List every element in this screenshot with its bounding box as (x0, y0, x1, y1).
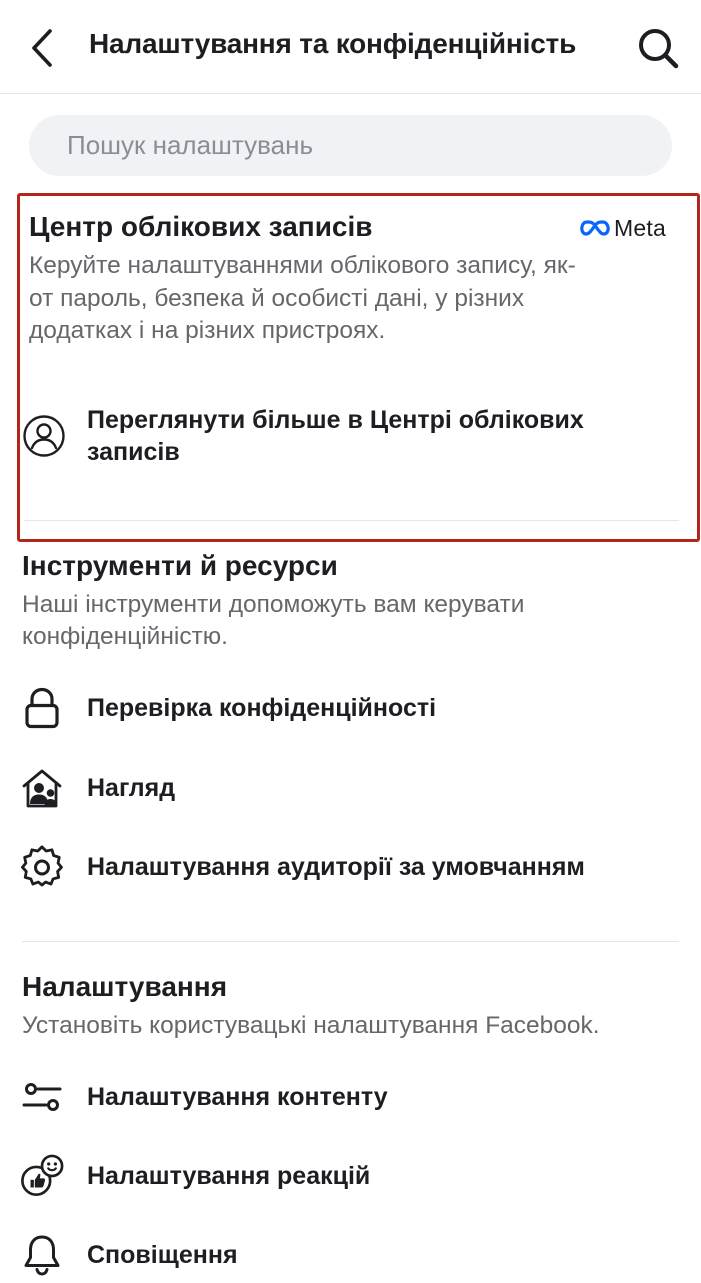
sliders-icon (20, 1075, 64, 1119)
chevron-left-icon (32, 29, 52, 67)
settings-section-title: Налаштування (22, 971, 228, 1002)
back-button[interactable] (22, 24, 62, 72)
meta-infinity-icon (580, 220, 610, 236)
tools-section-title: Інструменти й ресурси (22, 550, 338, 581)
settings-search-input[interactable] (29, 115, 672, 176)
default-audience-item[interactable]: Налаштування аудиторії за умовчанням (18, 839, 683, 895)
supervision-home-icon (20, 766, 64, 810)
meta-brand-text: Meta (614, 214, 666, 241)
notifications-item[interactable]: Сповіщення (18, 1227, 683, 1283)
page-title: Налаштування та конфіденційність (89, 28, 577, 59)
accounts-center-link-label: Переглянути більше в Центрі облікових за… (87, 406, 584, 466)
divider (22, 941, 679, 942)
supervision-label: Нагляд (87, 774, 176, 802)
accounts-center-highlight-frame (17, 193, 700, 542)
person-circle-icon (23, 415, 65, 457)
privacy-checkup-label: Перевірка конфіденційності (87, 694, 437, 722)
reactions-icon (20, 1154, 64, 1198)
gear-icon (20, 845, 64, 889)
privacy-checkup-item[interactable]: Перевірка конфіденційності (18, 680, 683, 736)
reaction-settings-label: Налаштування реакцій (87, 1162, 371, 1190)
lock-icon (20, 686, 64, 730)
supervision-item[interactable]: Нагляд (18, 760, 683, 816)
tools-section-description: Наші інструменти допоможуть вам керувати… (22, 591, 525, 650)
divider (24, 520, 679, 521)
reaction-settings-item[interactable]: Налаштування реакцій (18, 1148, 683, 1204)
bell-icon (20, 1233, 64, 1277)
accounts-center-description: Керуйте налаштуваннями облікового запису… (29, 252, 576, 344)
default-audience-label: Налаштування аудиторії за умовчанням (87, 853, 585, 881)
search-button[interactable] (632, 24, 684, 72)
content-settings-item[interactable]: Налаштування контенту (18, 1069, 683, 1125)
accounts-center-link[interactable]: Переглянути більше в Центрі облікових за… (20, 402, 680, 482)
top-navigation-bar: Налаштування та конфіденційність (0, 0, 701, 94)
notifications-label: Сповіщення (87, 1241, 238, 1269)
settings-section-description: Установіть користувацькі налаштування Fa… (22, 1012, 600, 1039)
search-icon (639, 29, 679, 69)
accounts-center-title: Центр облікових записів (29, 211, 373, 242)
content-settings-label: Налаштування контенту (87, 1083, 388, 1111)
meta-logo: Meta (580, 213, 666, 243)
